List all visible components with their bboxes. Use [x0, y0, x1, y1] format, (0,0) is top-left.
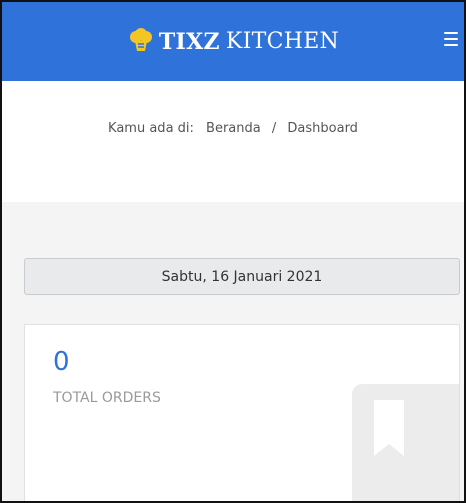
hamburger-menu-icon[interactable]: [444, 32, 458, 46]
breadcrumb-separator: /: [271, 121, 277, 136]
total-orders-count: 0: [53, 347, 70, 377]
breadcrumb: Kamu ada di: Beranda / Dashboard: [2, 121, 464, 136]
date-display: Sabtu, 16 Januari 2021: [24, 258, 460, 295]
breadcrumb-prefix: Kamu ada di:: [108, 121, 194, 136]
top-navbar: TIXZ KITCHEN: [2, 2, 464, 81]
date-text: Sabtu, 16 Januari 2021: [161, 268, 323, 285]
breadcrumb-section: Kamu ada di: Beranda / Dashboard: [2, 81, 464, 202]
total-orders-label: TOTAL ORDERS: [53, 390, 161, 406]
chef-hat-icon: [129, 27, 152, 51]
breadcrumb-item-beranda[interactable]: Beranda: [206, 121, 261, 136]
card-icon-background: [352, 384, 459, 501]
brand-name-secondary: KITCHEN: [225, 29, 340, 54]
brand-name-primary: TIXZ: [158, 28, 220, 55]
app-frame: TIXZ KITCHEN Kamu ada di: Beranda / Dash…: [0, 0, 466, 503]
breadcrumb-item-dashboard: Dashboard: [287, 121, 358, 136]
total-orders-card[interactable]: 0 TOTAL ORDERS: [24, 324, 460, 501]
bookmark-icon: [374, 400, 404, 456]
brand-logo[interactable]: TIXZ KITCHEN: [127, 27, 340, 55]
